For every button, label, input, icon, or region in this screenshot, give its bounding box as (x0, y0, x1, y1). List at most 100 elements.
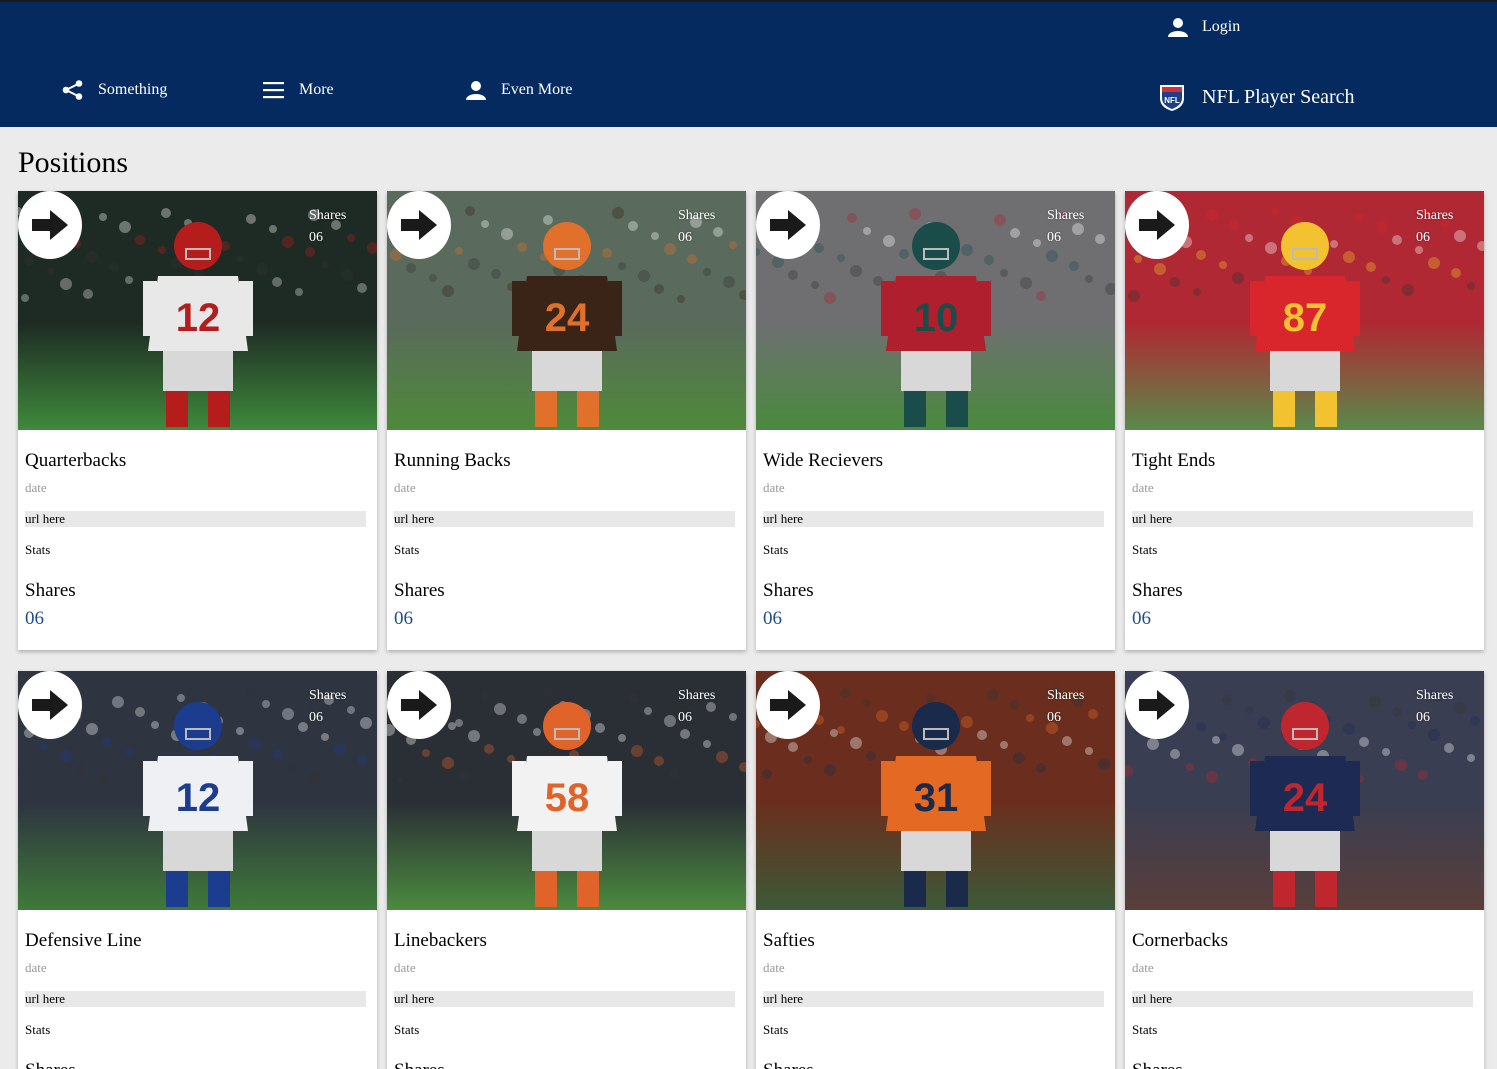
open-arrow-button[interactable] (1125, 191, 1189, 259)
card-title: Tight Ends (1132, 450, 1216, 471)
brand[interactable]: NFL NFL Player Search (1158, 82, 1355, 112)
crowd-dot (830, 729, 838, 737)
crowd-dot (112, 696, 124, 708)
open-arrow-button[interactable] (18, 671, 82, 739)
crowd-dot (246, 686, 256, 696)
open-arrow-button[interactable] (756, 191, 820, 259)
card-shares-label: Shares (394, 580, 445, 601)
card-url[interactable]: url here (1132, 991, 1473, 1007)
open-arrow-button[interactable] (387, 191, 451, 259)
overlay-shares-label: Shares (678, 688, 716, 703)
photo-shares-overlay: Shares 06 (309, 685, 346, 729)
position-card-3[interactable]: 10 Shares 06 Wide Recievers date url her… (756, 191, 1115, 650)
crowd-dot (341, 269, 353, 281)
card-url[interactable]: url here (25, 991, 366, 1007)
overlay-shares-label: Shares (1416, 208, 1454, 223)
crowd-dot (1196, 250, 1206, 260)
crowd-dot (1010, 700, 1020, 710)
crowd-dot (612, 207, 624, 219)
open-arrow-button[interactable] (756, 671, 820, 739)
card-date: date (394, 480, 416, 495)
card-stats: Stats (25, 542, 51, 557)
crowd-dot (618, 734, 626, 742)
card-stats: Stats (763, 542, 789, 557)
open-arrow-button[interactable] (18, 191, 82, 259)
crowd-dot (1010, 228, 1020, 238)
crowd-dot (631, 745, 643, 757)
crowd-dot (135, 235, 145, 245)
arrow-right-icon (32, 690, 68, 720)
card-date: date (1132, 480, 1154, 495)
overlay-shares-value: 06 (678, 230, 692, 245)
crowd-dot (664, 715, 676, 727)
overlay-shares-value: 06 (1047, 710, 1061, 725)
crowd-dot (455, 719, 463, 727)
nav-item-more[interactable]: More (263, 80, 334, 100)
crowd-dot (360, 717, 372, 729)
card-url[interactable]: url here (25, 511, 366, 527)
position-card-1[interactable]: 12 Shares 06 Quarterbacks date url here … (18, 191, 377, 650)
card-title: Quarterbacks (25, 450, 127, 471)
card-shares-value: 06 (763, 608, 782, 629)
card-shares-label: Shares (1132, 1060, 1477, 1069)
crowd-dot (1147, 738, 1159, 750)
crowd-dot (86, 723, 98, 735)
position-card-8[interactable]: 24 Shares 06 Cornerbacks date url here S… (1125, 671, 1484, 1069)
position-card-4[interactable]: 87 Shares 06 Tight Ends date url here St… (1125, 191, 1484, 650)
user-icon (1168, 18, 1188, 37)
crowd-dot (249, 738, 261, 750)
card-date: date (763, 480, 785, 495)
crowd-dot (1098, 758, 1110, 770)
position-card-6[interactable]: 58 Shares 06 Linebackers date url here S… (387, 671, 746, 1069)
crowd-dot (99, 213, 107, 221)
crowd-dot (1085, 275, 1093, 283)
crowd-dot (517, 714, 527, 724)
crowd-dot (357, 755, 367, 765)
card-url[interactable]: url here (763, 991, 1104, 1007)
crowd-dot (321, 733, 329, 741)
open-arrow-button[interactable] (387, 671, 451, 739)
crowd-dot (442, 285, 454, 297)
crowd-dot (86, 251, 98, 263)
player-photo: 87 Shares 06 (1125, 191, 1484, 430)
card-url[interactable]: url here (394, 991, 735, 1007)
position-card-5[interactable]: 12 Shares 06 Defensive Line date url her… (18, 671, 377, 1069)
card-url[interactable]: url here (763, 511, 1104, 527)
overlay-shares-label: Shares (1416, 688, 1454, 703)
crowd-dot (1392, 235, 1402, 245)
crowd-dot (455, 247, 463, 255)
crowd-dot (1454, 230, 1466, 242)
crowd-dot (847, 213, 857, 223)
overlay-shares-value: 06 (678, 710, 692, 725)
crowd-dot (1170, 749, 1180, 759)
crowd-dot (1206, 209, 1218, 221)
player-photo: 12 Shares 06 (18, 191, 377, 430)
crowd-dot (703, 268, 711, 276)
arrow-right-icon (32, 210, 68, 240)
crowd-dot (628, 221, 638, 231)
crowd-dot (282, 708, 294, 720)
crowd-dot (282, 236, 294, 248)
nav-item-something[interactable]: Something (62, 80, 167, 100)
nav-item-even-more[interactable]: Even More (465, 80, 573, 100)
card-url[interactable]: url here (1132, 511, 1473, 527)
position-card-2[interactable]: 24 Shares 06 Running Backs date url here… (387, 191, 746, 650)
position-card-7[interactable]: 31 Shares 06 Safties date url here Stats (756, 671, 1115, 1069)
crowd-dot (1366, 262, 1376, 272)
card-date: date (394, 960, 416, 975)
crowd-dot (1359, 737, 1369, 747)
arrow-right-icon (401, 210, 437, 240)
crowd-dot (638, 270, 650, 282)
crowd-dot (866, 751, 876, 761)
open-arrow-button[interactable] (1125, 671, 1189, 739)
crowd-dot (1258, 717, 1270, 729)
login-link[interactable]: Login (1168, 17, 1240, 37)
photo-shares-overlay: Shares 06 (678, 205, 715, 249)
card-date: date (1132, 960, 1154, 975)
card-shares-label: Shares (394, 1060, 739, 1069)
crowd-dot (824, 292, 836, 304)
crowd-dot (125, 748, 133, 756)
crowd-dot (1229, 220, 1239, 230)
crowd-dot (1392, 707, 1402, 717)
card-url[interactable]: url here (394, 511, 735, 527)
